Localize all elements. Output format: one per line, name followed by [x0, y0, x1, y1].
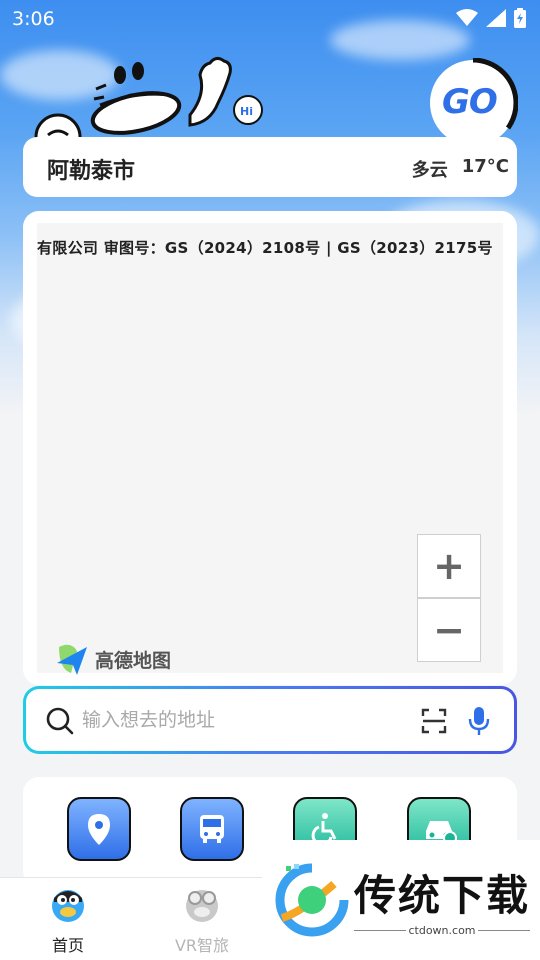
map-card: 有限公司 审图号：GS（2024）2108号 | GS（2023）2175号 +…	[23, 211, 517, 685]
city-name: 阿勒泰市	[47, 159, 136, 184]
battery-icon	[514, 8, 526, 28]
map-copyright: 有限公司 审图号：GS（2024）2108号 | GS（2023）2175号	[37, 239, 493, 257]
watermark-logo-icon	[275, 863, 349, 937]
search-bar	[23, 686, 517, 754]
status-bar: 3:06	[0, 0, 540, 36]
watermark-overlay: 传统下载 ctdown.com	[262, 840, 540, 960]
tab-vr-tour-label: VR智旅	[174, 936, 230, 955]
temperature: 17°C	[461, 156, 509, 177]
home-mascot-icon	[52, 890, 84, 922]
search-input[interactable]	[82, 703, 382, 737]
zoom-controls: + −	[417, 534, 483, 664]
location-pin-icon	[88, 814, 110, 845]
minus-icon: −	[433, 608, 465, 652]
amap-logo-icon	[57, 644, 87, 675]
map-view[interactable]: 有限公司 审图号：GS（2024）2108号 | GS（2023）2175号 +…	[37, 223, 503, 675]
scan-icon[interactable]	[421, 708, 447, 734]
quick-action-location[interactable]	[67, 797, 131, 861]
go-label: GO	[442, 82, 498, 122]
zoom-in-button[interactable]: +	[417, 534, 481, 598]
watermark-title: 传统下载	[354, 871, 531, 920]
quick-action-bus[interactable]	[180, 797, 244, 861]
microphone-icon[interactable]	[467, 706, 491, 736]
plus-icon: +	[433, 544, 465, 588]
tab-home-label: 首页	[51, 936, 84, 955]
weather-condition: 多云	[411, 160, 448, 181]
wifi-icon	[456, 9, 478, 26]
vr-mascot-icon	[186, 890, 218, 922]
go-button[interactable]: GO	[428, 57, 519, 148]
amap-logo: 高德地图	[55, 641, 171, 677]
signal-icon	[486, 9, 506, 27]
amap-logo-text: 高德地图	[95, 649, 172, 672]
status-time: 3:06	[12, 8, 55, 30]
svg-text:Hi: Hi	[240, 105, 253, 118]
tab-vr-tour[interactable]: VR智旅	[152, 884, 252, 956]
search-icon	[46, 707, 74, 735]
zoom-out-button[interactable]: −	[417, 598, 481, 662]
tab-home[interactable]: 首页	[18, 884, 118, 956]
bus-icon	[200, 815, 224, 843]
watermark-url: ctdown.com	[408, 924, 476, 937]
location-card[interactable]: 阿勒泰市 多云 17°C	[23, 137, 517, 197]
